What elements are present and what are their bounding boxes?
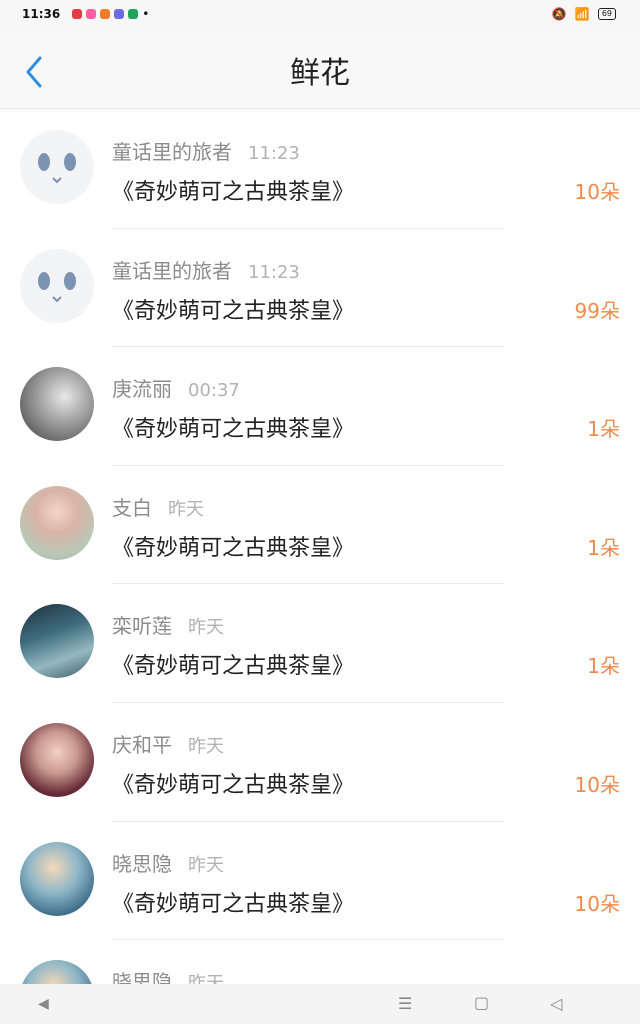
flower-count: 10朵 [574,891,620,916]
book-title: 《奇妙萌可之古典茶皇》 [112,891,355,917]
status-time: 11:36 [22,7,61,21]
notification-app-icon [72,9,83,19]
status-bar: 11:36 • 🔕 📶 69 [0,0,640,28]
status-right: 🔕 📶 69 [552,7,616,21]
flower-count: 10朵 [574,180,620,204]
list-item[interactable]: 晓思隐 昨天 《奇妙萌可之古典茶皇》 10朵 [0,822,640,941]
photo-avatar[interactable] [20,722,94,797]
list-item[interactable]: 晓思隐 昨天 [0,940,640,984]
header: 鲜花 [0,28,640,109]
notification-app-icon [114,9,125,19]
book-title: 《奇妙萌可之古典茶皇》 [112,180,355,205]
list-item[interactable]: 庚流丽 00:37 《奇妙萌可之古典茶皇》 1朵 [0,347,640,466]
photo-avatar[interactable] [20,841,94,916]
nav-menu-icon[interactable]: ☰ [398,994,412,1013]
sender-name: 庚流丽 00:37 [112,373,240,402]
face-icon [38,153,76,184]
sender-name-text: 童话里的旅者 [112,140,232,164]
book-title: 《奇妙萌可之古典茶皇》 [112,772,355,798]
photo-avatar[interactable] [20,367,94,442]
battery-icon: 69 [597,8,616,20]
sender-name: 栾听莲 昨天 [112,610,224,639]
notification-app-icon [100,9,111,19]
nav-back-icon[interactable]: ◁ [550,994,562,1013]
face-icon [38,271,76,303]
book-title: 《奇妙萌可之古典茶皇》 [112,298,355,324]
flower-count: 10朵 [574,772,620,797]
notification-app-icon [128,9,139,19]
sender-name-text: 庚流丽 [112,377,172,402]
sender-name-text: 栾听莲 [112,614,172,639]
book-title: 《奇妙萌可之古典茶皇》 [112,417,355,443]
sender-name-text: 晓思隐 [112,851,172,876]
photo-avatar[interactable] [20,960,94,984]
book-title: 《奇妙萌可之古典茶皇》 [112,654,355,680]
sent-time: 昨天 [168,498,204,520]
sender-name-text: 支白 [112,495,152,520]
face-avatar[interactable] [20,248,94,323]
photo-avatar[interactable] [20,485,94,560]
list-item[interactable]: 栾听莲 昨天 《奇妙萌可之古典茶皇》 1朵 [0,584,640,703]
flower-count: 1朵 [587,417,620,442]
sender-name: 童话里的旅者 11:23 [112,136,300,165]
status-app-icons: • [72,7,149,21]
mute-icon: 🔕 [551,7,567,21]
flower-count: 99朵 [574,298,620,323]
list-item[interactable]: 支白 昨天 《奇妙萌可之古典茶皇》 1朵 [0,466,640,585]
sender-name-text: 童话里的旅者 [112,258,232,283]
sent-time: 昨天 [188,617,224,639]
flower-count: 1朵 [587,535,620,560]
sender-name: 晓思隐 昨天 [112,966,224,984]
list-item[interactable]: 童话里的旅者 11:23 《奇妙萌可之古典茶皇》 99朵 [0,229,640,348]
wifi-icon: 📶 [574,7,590,21]
more-dot-icon: • [142,7,150,21]
list-item[interactable]: 庆和平 昨天 《奇妙萌可之古典茶皇》 10朵 [0,703,640,822]
nav-home-icon[interactable]: ▢ [474,993,489,1012]
book-title: 《奇妙萌可之古典茶皇》 [112,535,355,561]
photo-avatar[interactable] [20,604,94,679]
sender-name: 晓思隐 昨天 [112,848,224,877]
notification-app-icon [86,9,97,19]
list-item[interactable]: 童话里的旅者 11:23 《奇妙萌可之古典茶皇》 10朵 [0,110,640,229]
sender-name: 支白 昨天 [112,492,204,521]
nav-back-small-icon[interactable]: ◀ [38,996,49,1012]
flower-list: 童话里的旅者 11:23 《奇妙萌可之古典茶皇》 10朵 童话里的旅者 11:23 … [0,110,640,984]
sent-time: 昨天 [188,854,224,876]
sender-name-text: 晓思隐 [112,970,172,984]
system-nav-bar: ◀ ☰ ▢ ◁ [0,984,640,1024]
flower-count: 1朵 [587,654,620,679]
sent-time: 11:23 [248,143,300,164]
sender-name-text: 庆和平 [112,732,172,757]
face-avatar[interactable] [20,130,94,204]
sent-time: 00:37 [188,380,240,402]
sender-name: 童话里的旅者 11:23 [112,255,300,284]
sent-time: 11:23 [248,261,300,283]
sent-time: 昨天 [188,735,224,757]
sender-name: 庆和平 昨天 [112,729,224,758]
sent-time: 昨天 [188,973,224,984]
page-title: 鲜花 [290,56,350,91]
